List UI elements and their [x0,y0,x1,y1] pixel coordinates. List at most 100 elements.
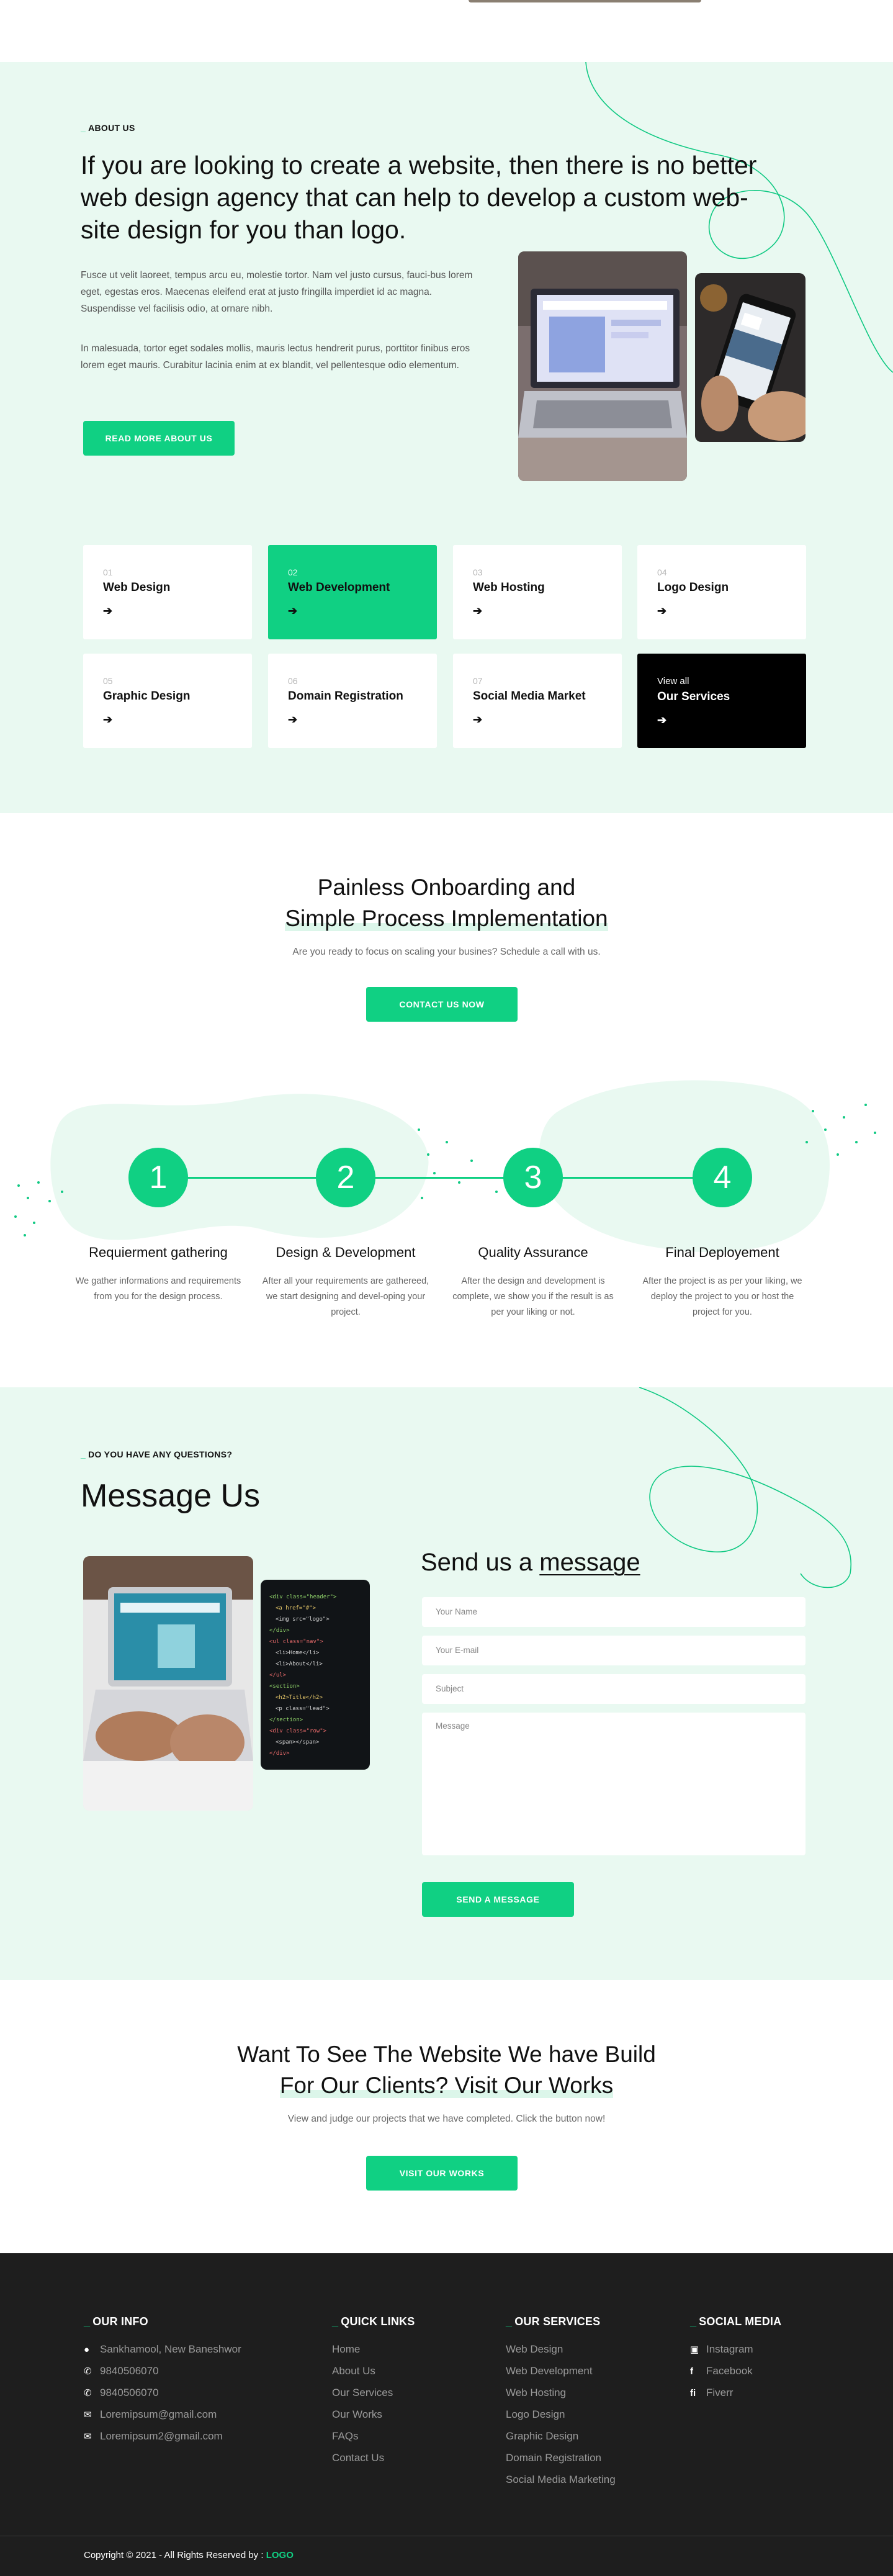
top-strip [0,0,893,62]
decorative-curve [639,1387,852,1588]
phone-icon: ✆ [84,2366,92,2377]
footer-social-fiverr[interactable]: fi Fiverr [690,2382,753,2403]
step-1-description: We gather informations and requirements … [75,1276,241,1302]
step-4-circle: 4 [693,1148,752,1207]
message-eyebrow: _ DO YOU HAVE ANY QUESTIONS? [81,1449,233,1459]
footer-social-list: ▣ Instagram f Facebook fi Fiverr [690,2338,753,2403]
footer-our-info-heading: _ OUR INFO [84,2315,148,2328]
service-number: 07 [473,676,483,686]
footer-social-facebook[interactable]: f Facebook [690,2360,753,2382]
footer-social-instagram[interactable]: ▣ Instagram [690,2338,753,2360]
about-paragraph-2: In malesuada, tortor eget sodales mollis… [81,343,470,371]
message-textarea[interactable]: Message [422,1713,805,1855]
arrow-right-icon: ➔ [473,713,483,726]
footer-email-1[interactable]: ✉ Loremipsum@gmail.com [84,2403,241,2425]
footer-service-link[interactable]: Graphic Design [506,2425,616,2447]
footer-email-2[interactable]: ✉ Loremipsum2@gmail.com [84,2425,241,2447]
about-section: _ ABOUT US If you are looking to create a… [0,62,893,813]
footer-our-info-heading-text: OUR INFO [92,2315,148,2328]
svg-text:</div>: </div> [269,1628,290,1634]
footer-phone-1[interactable]: ✆ 9840506070 [84,2360,241,2382]
svg-text:<img src="logo">: <img src="logo"> [276,1616,330,1623]
copyright-logo-link[interactable]: LOGO [266,2550,294,2560]
typing-laptop-photo [83,1556,253,1811]
works-section: Want To See The Website We have Build Fo… [0,1980,893,2253]
svg-text:<a href="#">: <a href="#"> [276,1605,316,1611]
phone-photo [695,273,805,442]
footer-quick-links-heading: _ QUICK LINKS [332,2315,415,2328]
svg-text:<div class="header">: <div class="header"> [269,1594,337,1600]
fiverr-icon: fi [690,2388,696,2398]
phone-icon: ✆ [84,2388,92,2398]
footer-social-instagram-text: Instagram [706,2343,753,2355]
step-2-title: Design & Development [276,1245,416,1260]
footer-service-link[interactable]: Web Hosting [506,2382,616,2403]
facebook-icon: f [690,2366,693,2377]
step-1-title: Requierment gathering [89,1245,228,1260]
envelope-icon: ✉ [84,2431,92,2442]
service-card-logo-design[interactable]: 04 Logo Design ➔ [637,545,806,639]
footer-service-link[interactable]: Domain Registration [506,2447,616,2469]
step-2-circle: 2 [316,1148,375,1207]
footer-link-faqs[interactable]: FAQs [332,2425,393,2447]
service-card-graphic-design[interactable]: 05 Graphic Design ➔ [83,654,252,748]
arrow-right-icon: ➔ [288,605,298,617]
visit-our-works-button[interactable]: VISIT OUR WORKS [366,2156,518,2191]
service-card-web-hosting[interactable]: 03 Web Hosting ➔ [453,545,622,639]
contact-us-button[interactable]: CONTACT US NOW [366,987,518,1022]
about-eyebrow: _ ABOUT US [81,123,135,133]
step-2-description: After all your requirements are gatheree… [262,1276,429,1317]
envelope-icon: ✉ [84,2410,92,2420]
message-section: _DO YOU HAVE ANY QUESTIONS? Message Us [0,1387,893,1980]
service-name: Domain Registration [288,690,403,703]
footer-link-contact[interactable]: Contact Us [332,2447,393,2469]
footer-service-link[interactable]: Social Media Marketing [506,2469,616,2490]
footer-email-2-text: Loremipsum2@gmail.com [100,2430,223,2442]
footer-social-fiverr-text: Fiverr [706,2387,734,2398]
arrow-right-icon: ➔ [657,605,667,617]
svg-text:</div>: </div> [269,1750,290,1757]
footer-service-link[interactable]: Logo Design [506,2403,616,2425]
footer-link-home[interactable]: Home [332,2338,393,2360]
about-paragraph-1: Fusce ut velit laoreet, tempus arcu eu, … [81,270,473,314]
arrow-right-icon: ➔ [473,605,483,617]
footer-link-works[interactable]: Our Works [332,2403,393,2425]
svg-text:<span></span>: <span></span> [276,1739,320,1745]
read-more-button[interactable]: READ MORE ABOUT US [83,421,235,456]
works-title-line2: For Our Clients? Visit Our Works [279,2073,614,2098]
service-card-web-development[interactable]: 02 Web Development ➔ [268,545,437,639]
footer-info-list: ● Sankhamool, New Baneshwor ✆ 9840506070 ✆… [84,2338,241,2447]
footer-phone-2[interactable]: ✆ 9840506070 [84,2382,241,2403]
service-number: 04 [657,567,667,577]
subject-input[interactable]: Subject [422,1674,805,1704]
step-3-title: Quality Assurance [478,1245,588,1260]
send-message-title-prefix: Send us a [421,1549,533,1576]
copyright: Copyright © 2021 - All Rights Reserved b… [84,2550,294,2560]
footer-address-text: Sankhamool, New Baneshwor [100,2343,241,2355]
footer-service-link[interactable]: Web Development [506,2360,616,2382]
send-message-button[interactable]: SEND A MESSAGE [422,1882,574,1917]
about-title: If you are looking to create a website, … [81,151,757,244]
footer-service-link[interactable]: Web Design [506,2338,616,2360]
footer-address: ● Sankhamool, New Baneshwor [84,2338,241,2360]
onboarding-title-line1: Painless Onboarding and [317,875,576,900]
service-card-web-design[interactable]: 01 Web Design ➔ [83,545,252,639]
service-card-domain-registration[interactable]: 06 Domain Registration ➔ [268,654,437,748]
service-number: 03 [473,567,483,577]
email-input[interactable]: Your E-mail [422,1636,805,1665]
copyright-text: Copyright © 2021 - All Rights Reserved b… [84,2550,264,2560]
footer-email-1-text: Loremipsum@gmail.com [100,2408,217,2420]
arrow-right-icon: ➔ [657,714,667,726]
works-title-line1: Want To See The Website We have Build [237,2042,656,2067]
footer-link-services[interactable]: Our Services [332,2382,393,2403]
service-name: Social Media Market [473,690,586,703]
name-input[interactable]: Your Name [422,1597,805,1627]
svg-text:</ul>: </ul> [269,1672,287,1678]
about-eyebrow-text: ABOUT US [88,123,135,133]
footer-link-about[interactable]: About Us [332,2360,393,2382]
service-card-social-media[interactable]: 07 Social Media Market ➔ [453,654,622,748]
send-message-title-underlined: message [539,1549,640,1576]
send-message-title: Send us a message [421,1549,640,1577]
service-name: Our Services [657,690,730,703]
view-all-services-card[interactable]: View all Our Services ➔ [637,654,806,748]
